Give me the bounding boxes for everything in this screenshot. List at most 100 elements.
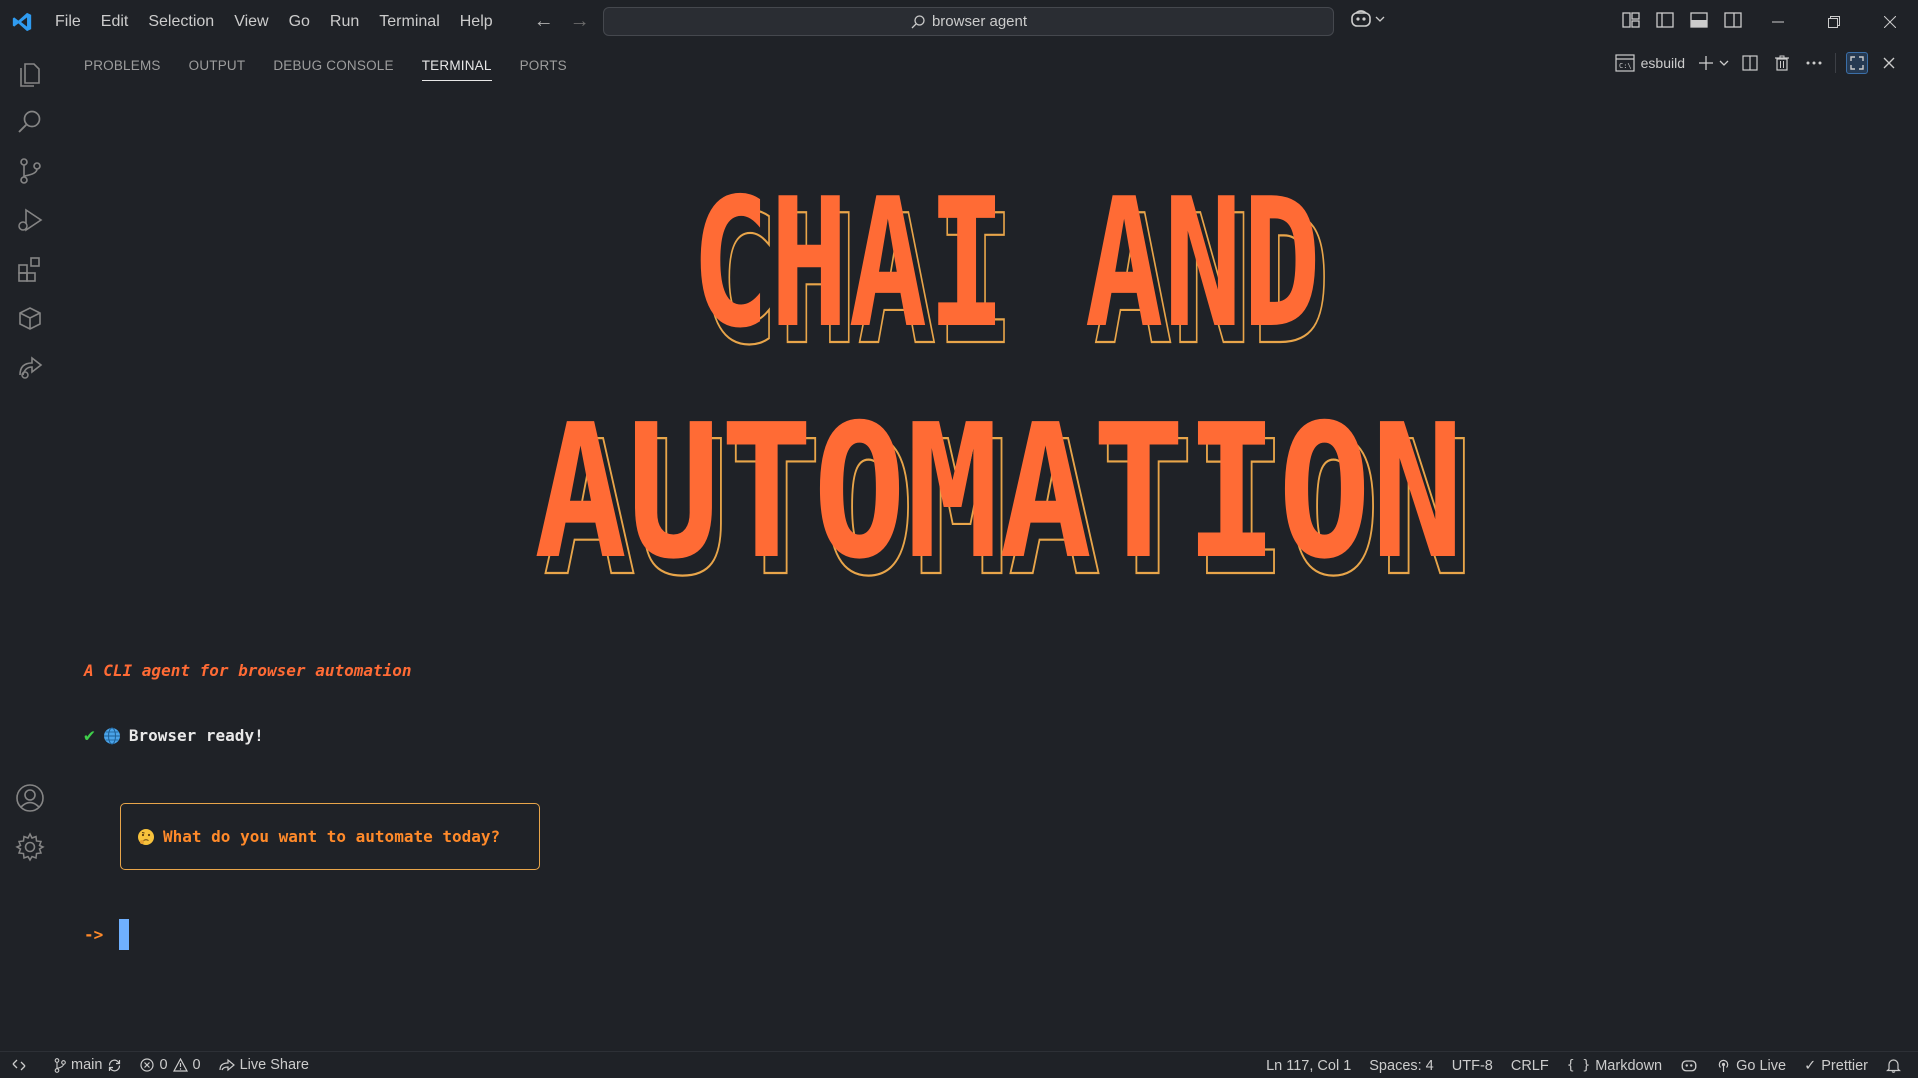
problems-indicator[interactable]: 0 0 <box>131 1052 209 1078</box>
terminal-view[interactable]: CHAI AND CHAI AND AUTOMATION AUTOMATION … <box>59 89 1918 1051</box>
back-arrow-icon[interactable]: ← <box>533 10 555 33</box>
error-count: 0 <box>159 1057 168 1073</box>
search-icon <box>911 14 925 28</box>
encoding[interactable]: UTF-8 <box>1443 1052 1502 1078</box>
menu-bar: File Edit Selection View Go Run Terminal… <box>45 0 503 43</box>
minimize-icon[interactable] <box>1750 0 1806 43</box>
checkmark-icon: ✔ <box>84 725 95 746</box>
forward-arrow-icon[interactable]: → <box>569 10 591 33</box>
prettier-status[interactable]: ✓ Prettier <box>1795 1052 1877 1078</box>
command-center-search[interactable]: browser agent <box>603 7 1334 36</box>
title-bar: File Edit Selection View Go Run Terminal… <box>0 0 1918 43</box>
copilot-status[interactable] <box>1671 1052 1707 1078</box>
browser-ready-text: Browser ready! <box>128 726 264 745</box>
tab-terminal[interactable]: TERMINAL <box>408 43 506 89</box>
go-live-button[interactable]: Go Live <box>1707 1052 1795 1078</box>
tagline-text: A CLI agent for browser automation <box>84 661 412 680</box>
extensions-icon[interactable] <box>14 253 46 285</box>
tab-problems[interactable]: PROBLEMS <box>70 43 175 89</box>
source-control-icon[interactable] <box>14 155 46 187</box>
menu-selection[interactable]: Selection <box>138 0 224 43</box>
globe-icon <box>103 727 120 744</box>
tab-output[interactable]: OUTPUT <box>175 43 260 89</box>
branch-indicator[interactable]: main <box>45 1052 131 1078</box>
warning-icon <box>172 1058 188 1072</box>
live-share-status[interactable]: Live Share <box>210 1052 318 1078</box>
activity-bar <box>0 43 59 1051</box>
git-branch-icon <box>54 1057 66 1073</box>
terminal-cursor <box>119 919 130 950</box>
check-icon: ✓ <box>1804 1057 1817 1074</box>
status-bar: main 0 0 Live Share Ln 117, Col 1 Spaces… <box>0 1051 1918 1078</box>
explorer-icon[interactable] <box>14 57 46 89</box>
live-share-label: Live Share <box>239 1057 309 1073</box>
input-line[interactable]: -> <box>84 919 130 950</box>
run-debug-icon[interactable] <box>14 204 46 236</box>
maximize-panel-icon[interactable] <box>1846 52 1868 74</box>
search-icon[interactable] <box>14 106 46 138</box>
prompt-box: What do you want to automate today? <box>120 803 540 870</box>
customize-layout-icon[interactable] <box>1620 9 1642 31</box>
broadcast-icon <box>1718 1059 1729 1072</box>
terminal-name: esbuild <box>1640 55 1685 71</box>
cursor-position[interactable]: Ln 117, Col 1 <box>1257 1052 1360 1078</box>
chevron-down-icon <box>1375 16 1385 22</box>
warning-count: 0 <box>192 1057 201 1073</box>
menu-file[interactable]: File <box>45 0 91 43</box>
split-terminal-icon[interactable] <box>1739 52 1761 74</box>
sync-icon <box>109 1059 121 1071</box>
banner-line1: CHAI AND <box>691 160 1321 367</box>
language-mode[interactable]: { } Markdown <box>1558 1052 1671 1078</box>
close-panel-icon[interactable] <box>1878 52 1900 74</box>
copilot-icon <box>1681 1060 1697 1072</box>
containers-icon[interactable] <box>14 302 46 334</box>
branch-name: main <box>71 1057 103 1073</box>
line-ending[interactable]: CRLF <box>1502 1052 1558 1078</box>
ascii-banner: CHAI AND CHAI AND AUTOMATION AUTOMATION <box>534 160 1474 609</box>
chevron-down-icon[interactable] <box>1719 52 1729 74</box>
banner-line2: AUTOMATION <box>534 384 1464 600</box>
thinking-face-icon <box>138 828 154 845</box>
close-window-icon[interactable] <box>1862 0 1918 43</box>
input-prefix: -> <box>84 925 104 944</box>
menu-terminal[interactable]: Terminal <box>369 0 449 43</box>
menu-view[interactable]: View <box>224 0 278 43</box>
copilot-button[interactable] <box>1350 9 1385 29</box>
copilot-icon <box>1351 10 1371 27</box>
toggle-panel-icon[interactable] <box>1688 9 1710 31</box>
menu-edit[interactable]: Edit <box>91 0 139 43</box>
error-icon <box>140 1058 155 1072</box>
new-terminal-plus-icon[interactable] <box>1695 52 1717 74</box>
terminal-cmd-icon: C:\ <box>1615 54 1635 72</box>
menu-go[interactable]: Go <box>279 0 320 43</box>
live-share-icon[interactable] <box>14 351 46 383</box>
prompt-text: What do you want to automate today? <box>163 827 501 846</box>
bell-icon <box>1886 1059 1901 1073</box>
divider <box>1835 53 1836 73</box>
indentation[interactable]: Spaces: 4 <box>1360 1052 1443 1078</box>
more-actions-icon[interactable] <box>1803 52 1825 74</box>
language-label: Markdown <box>1595 1057 1663 1074</box>
tab-ports[interactable]: PORTS <box>506 43 581 89</box>
remote-icon <box>12 1059 26 1071</box>
live-share-icon <box>218 1058 235 1072</box>
terminal-selector[interactable]: C:\ esbuild <box>1615 54 1685 72</box>
browser-ready-line: ✔ Browser ready! <box>84 725 264 746</box>
toggle-primary-sidebar-icon[interactable] <box>1654 9 1676 31</box>
menu-run[interactable]: Run <box>320 0 369 43</box>
restore-icon[interactable] <box>1806 0 1862 43</box>
go-live-label: Go Live <box>1736 1057 1787 1074</box>
braces-icon: { } <box>1566 1058 1591 1073</box>
panel-actions: C:\ esbuild <box>1615 52 1900 74</box>
menu-help[interactable]: Help <box>450 0 503 43</box>
search-text: browser agent <box>931 13 1028 30</box>
vscode-logo-icon <box>0 0 43 43</box>
trash-icon[interactable] <box>1771 52 1793 74</box>
notifications-bell[interactable] <box>1877 1052 1910 1078</box>
toggle-secondary-sidebar-icon[interactable] <box>1722 9 1744 31</box>
settings-gear-icon[interactable] <box>14 831 46 863</box>
accounts-icon[interactable] <box>14 782 46 814</box>
tab-debug-console[interactable]: DEBUG CONSOLE <box>259 43 407 89</box>
remote-indicator[interactable] <box>0 1052 35 1078</box>
prettier-label: Prettier <box>1821 1057 1868 1074</box>
